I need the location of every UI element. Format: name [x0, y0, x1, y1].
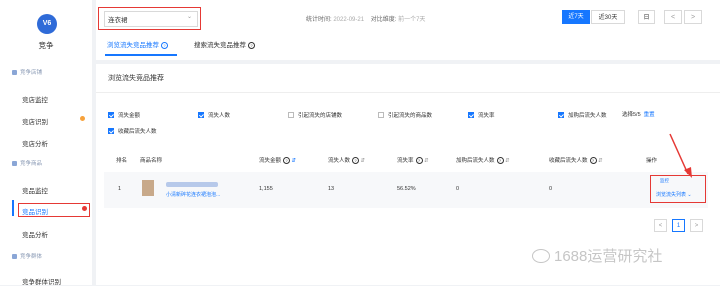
checkbox-checked[interactable]	[558, 112, 564, 118]
tab-search-loss[interactable]: 搜索流失竞品推荐?	[194, 39, 255, 49]
pagination-prev[interactable]: <	[654, 219, 667, 232]
folder-icon	[12, 69, 17, 75]
last-30-days-button[interactable]: 近30天	[591, 10, 625, 24]
checkbox-unchecked[interactable]	[288, 112, 294, 118]
folder-icon	[12, 160, 17, 166]
sidebar-section-shops: 竞争店铺	[12, 68, 42, 76]
sidebar-item-shop-monitor[interactable]: 竞店监控	[22, 94, 48, 104]
divider	[96, 92, 720, 93]
sidebar-brand: 竞争	[38, 41, 54, 50]
product-link[interactable]: 小清新碎花连衣裙泡泡...	[166, 191, 220, 198]
help-icon: ?	[352, 157, 360, 165]
stat-info: 统计时间: 2022-09-21 对比维度: 前一个7天	[306, 17, 426, 23]
annotation-arrow	[669, 133, 692, 178]
pagination-page[interactable]: 1	[672, 219, 685, 232]
checkbox-checked[interactable]	[108, 128, 114, 134]
cell-cart-loss: 0	[456, 186, 460, 192]
checkbox-loss-rate[interactable]: 流失率	[468, 111, 495, 119]
checkbox-loss-users[interactable]: 流失人数	[198, 111, 230, 119]
sidebar-item-product-analysis[interactable]: 竞品分析	[22, 229, 48, 239]
sidebar-item-shop-analysis[interactable]: 竞店分析	[22, 138, 48, 148]
column-actions: 操作	[646, 158, 658, 164]
sidebar-item-shop-identify[interactable]: 竞店识别	[22, 116, 48, 126]
product-thumbnail[interactable]	[142, 180, 154, 196]
checkbox-fav-loss[interactable]: 收藏后流失人数	[108, 127, 157, 135]
tab-browse-loss[interactable]: 浏览流失竞品推荐?	[107, 39, 168, 49]
cell-fav-loss: 0	[549, 186, 553, 192]
app-logo: V6	[37, 14, 57, 34]
cell-loss-amount: 1,155	[259, 186, 273, 192]
reset-link[interactable]: 重置	[644, 112, 655, 118]
sort-icon[interactable]: ⇵	[361, 158, 366, 164]
column-rank: 排名	[116, 158, 128, 164]
cell-loss-users: 13	[328, 186, 335, 192]
sort-icon[interactable]: ⇵	[292, 158, 297, 164]
highlight-box	[18, 203, 90, 217]
checkbox-loss-products[interactable]: 引起流失的商品数	[378, 111, 432, 119]
help-icon: ?	[161, 41, 168, 49]
help-icon: ?	[248, 41, 255, 49]
column-product-name: 商品名称	[140, 158, 163, 164]
column-cart-loss[interactable]: 加购后流失人数? ⇵	[456, 156, 510, 165]
sort-icon[interactable]: ⇵	[598, 158, 603, 164]
checkbox-checked[interactable]	[108, 112, 114, 118]
notification-dot	[80, 116, 85, 121]
column-loss-rate[interactable]: 流失率? ⇵	[397, 156, 429, 165]
checkbox-checked[interactable]	[198, 112, 204, 118]
checkbox-loss-amount[interactable]: 流失金额	[108, 111, 140, 119]
sort-icon[interactable]: ⇵	[424, 158, 429, 164]
watermark: 1688运营研究社	[532, 245, 662, 266]
checkbox-cart-loss[interactable]: 加购后流失人数	[558, 111, 607, 119]
next-period-button[interactable]: >	[684, 10, 702, 24]
wechat-icon	[532, 248, 550, 263]
checkbox-unchecked[interactable]	[378, 112, 384, 118]
sidebar-section-products: 竞争商品	[12, 159, 42, 167]
sort-icon[interactable]: ⇵	[505, 158, 510, 164]
help-icon: ?	[496, 157, 504, 165]
help-icon: ?	[415, 157, 423, 165]
cell-rank: 1	[118, 186, 122, 192]
column-loss-amount[interactable]: 流失金额? ⇵	[259, 156, 297, 165]
active-tab-underline	[105, 54, 177, 56]
highlight-dot	[82, 206, 87, 211]
product-title-blurred	[166, 182, 218, 187]
day-button[interactable]: 日	[638, 10, 655, 24]
prev-period-button[interactable]: <	[664, 10, 682, 24]
checkbox-loss-shops[interactable]: 引起流失的店铺数	[288, 111, 342, 119]
sidebar-section-groups: 竞争群体	[12, 252, 42, 260]
selection-count: 选择5/5 重置	[622, 112, 655, 118]
pagination-next[interactable]: >	[690, 219, 703, 232]
help-icon: ?	[283, 157, 291, 165]
active-indicator	[12, 200, 14, 216]
last-7-days-button[interactable]: 近7天	[562, 10, 590, 24]
column-loss-users[interactable]: 流失人数? ⇵	[328, 156, 366, 165]
help-icon: ?	[589, 157, 597, 165]
checkbox-checked[interactable]	[468, 112, 474, 118]
panel-title: 浏览流失竞品推荐	[108, 75, 164, 82]
cell-loss-rate: 56.52%	[397, 186, 416, 192]
folder-icon	[12, 253, 17, 259]
highlight-box	[98, 7, 201, 30]
column-fav-loss[interactable]: 收藏后流失人数? ⇵	[549, 156, 603, 165]
sidebar-item-product-monitor[interactable]: 竞品监控	[22, 185, 48, 195]
